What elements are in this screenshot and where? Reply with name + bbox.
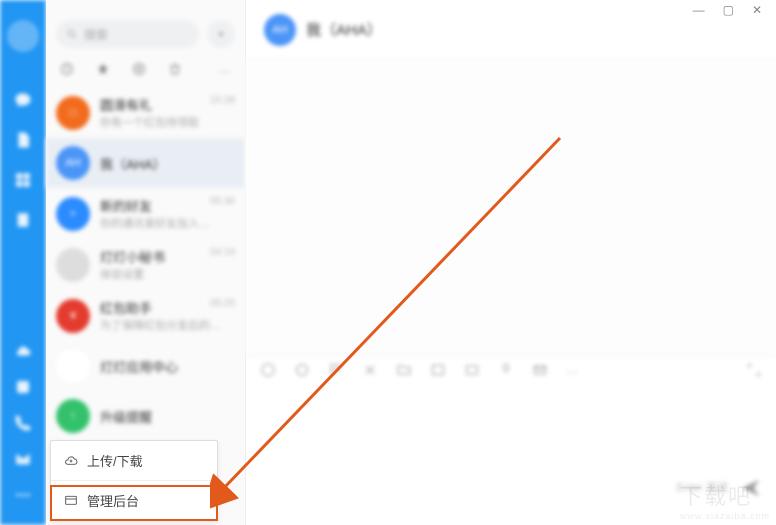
image-icon: [430, 362, 446, 378]
context-menu: 上传/下载 管理后台: [50, 440, 218, 521]
avatar[interactable]: [7, 20, 39, 52]
compose-toolbar: ···: [246, 355, 776, 387]
tool-3[interactable]: [328, 362, 344, 381]
conversation-sub: 为了保障红包分发后的…: [100, 317, 235, 333]
card-button[interactable]: [464, 362, 480, 381]
tool-2[interactable]: [294, 362, 310, 381]
chat-icon: [14, 91, 32, 109]
menu-admin-console-label: 管理后台: [87, 491, 139, 510]
conversation-sub: 你有一个红包待领取: [100, 114, 235, 130]
nav-work[interactable]: [7, 164, 39, 196]
send-hint: Enter 发送: [677, 479, 728, 495]
send-icon: [740, 477, 762, 499]
conversation-item[interactable]: 灯灯小秘书体验设置04:19: [46, 239, 245, 290]
star-icon: [96, 62, 110, 76]
menu-admin-console[interactable]: 管理后台: [51, 481, 217, 520]
smile-icon: [260, 362, 276, 378]
conversation-avatar: ¥: [56, 299, 90, 333]
nav-phone[interactable]: [7, 407, 39, 439]
conversation-item[interactable]: AH 我（AHA）: [46, 138, 245, 188]
search-placeholder: 搜索: [84, 26, 108, 43]
pin-button[interactable]: [498, 362, 514, 381]
chat-title: 我（AHA）: [306, 19, 382, 40]
contacts-icon: [14, 211, 32, 229]
nav-more[interactable]: [7, 479, 39, 511]
nav-sidebar: [0, 0, 46, 525]
image-button[interactable]: [430, 362, 446, 381]
expand-icon: [746, 362, 762, 378]
scissors-icon: [362, 362, 378, 378]
envelope-button[interactable]: [532, 362, 548, 381]
conversation-avatar: +: [56, 197, 90, 231]
conversation-avatar: □: [56, 96, 90, 130]
nav-messages[interactable]: [7, 84, 39, 116]
cloud-icon: [14, 342, 32, 360]
conversation-sub: 你的通讯录好友加入…: [100, 215, 235, 231]
search-input[interactable]: 搜索: [56, 20, 199, 48]
console-icon: [63, 493, 79, 509]
folder-button[interactable]: [396, 362, 412, 381]
filter-tabs: ···: [46, 56, 245, 87]
tab-at[interactable]: [132, 62, 146, 79]
pin-icon: [498, 362, 514, 378]
conversation-sub: 体验设置: [100, 266, 235, 282]
grid-icon: [14, 171, 32, 189]
tab-clock[interactable]: [60, 62, 74, 79]
clock-icon: [60, 62, 74, 76]
flag-icon: [328, 362, 344, 378]
conversation-item[interactable]: ◆ 灯灯应用中心: [46, 341, 245, 391]
conversation-avatar: ◆: [56, 349, 90, 383]
nav-mail[interactable]: [7, 443, 39, 475]
card-icon: [464, 362, 480, 378]
phone-icon: [14, 414, 32, 432]
toolbar-more[interactable]: ···: [566, 365, 578, 379]
app-icon: [14, 378, 32, 396]
envelope-icon: [532, 362, 548, 378]
conversation-item[interactable]: +新的好友你的通讯录好友加入…05:36: [46, 188, 245, 239]
chat-pane: — ▢ ✕ AH 我（AHA） ··· Enter 发送: [246, 0, 776, 525]
circle-icon: [294, 362, 310, 378]
conversation-time: 15:28: [210, 95, 235, 106]
mail-icon: [14, 450, 32, 468]
menu-upload-download-label: 上传/下载: [87, 451, 143, 470]
conversation-item[interactable]: ¥红包助手为了保障红包分发后的…05:25: [46, 290, 245, 341]
emoji-button[interactable]: [260, 362, 276, 381]
add-button[interactable]: +: [207, 20, 235, 48]
folder-icon: [396, 362, 412, 378]
conversation-name: 我（AHA）: [100, 154, 235, 173]
send-button[interactable]: [740, 477, 762, 499]
screenshot-button[interactable]: [362, 362, 378, 381]
cloud-sync-icon: [63, 453, 79, 469]
nav-docs[interactable]: [7, 124, 39, 156]
conversation-name: 灯灯应用中心: [100, 357, 235, 376]
chat-avatar[interactable]: AH: [264, 14, 296, 46]
conversation-time: 05:36: [210, 196, 235, 207]
conversation-time: 04:19: [210, 247, 235, 258]
search-icon: [66, 28, 78, 40]
conversation-avatar: [56, 248, 90, 282]
nav-cloud[interactable]: [7, 335, 39, 367]
at-icon: [132, 62, 146, 76]
conversation-name: 升级提醒: [100, 407, 235, 426]
conversation-avatar: AH: [56, 146, 90, 180]
tab-more[interactable]: ···: [219, 64, 231, 78]
conversation-item[interactable]: □圆滑有礼你有一个红包待领取15:28: [46, 87, 245, 138]
nav-app[interactable]: [7, 371, 39, 403]
conversation-list: □圆滑有礼你有一个红包待领取15:28AH我（AHA）+新的好友你的通讯录好友加…: [46, 87, 245, 441]
chat-messages: [246, 60, 776, 355]
conversation-item[interactable]: ↑ 升级提醒: [46, 391, 245, 441]
expand-button[interactable]: [746, 362, 762, 381]
message-input[interactable]: Enter 发送: [246, 387, 776, 505]
conversation-time: 05:25: [210, 298, 235, 309]
menu-upload-download[interactable]: 上传/下载: [51, 441, 217, 481]
trash-icon: [168, 62, 182, 76]
conversation-avatar: ↑: [56, 399, 90, 433]
tab-star[interactable]: [96, 62, 110, 79]
chat-header: AH 我（AHA）: [246, 0, 776, 60]
doc-icon: [14, 131, 32, 149]
nav-contacts[interactable]: [7, 204, 39, 236]
more-icon: [14, 486, 32, 504]
tab-trash[interactable]: [168, 62, 182, 79]
